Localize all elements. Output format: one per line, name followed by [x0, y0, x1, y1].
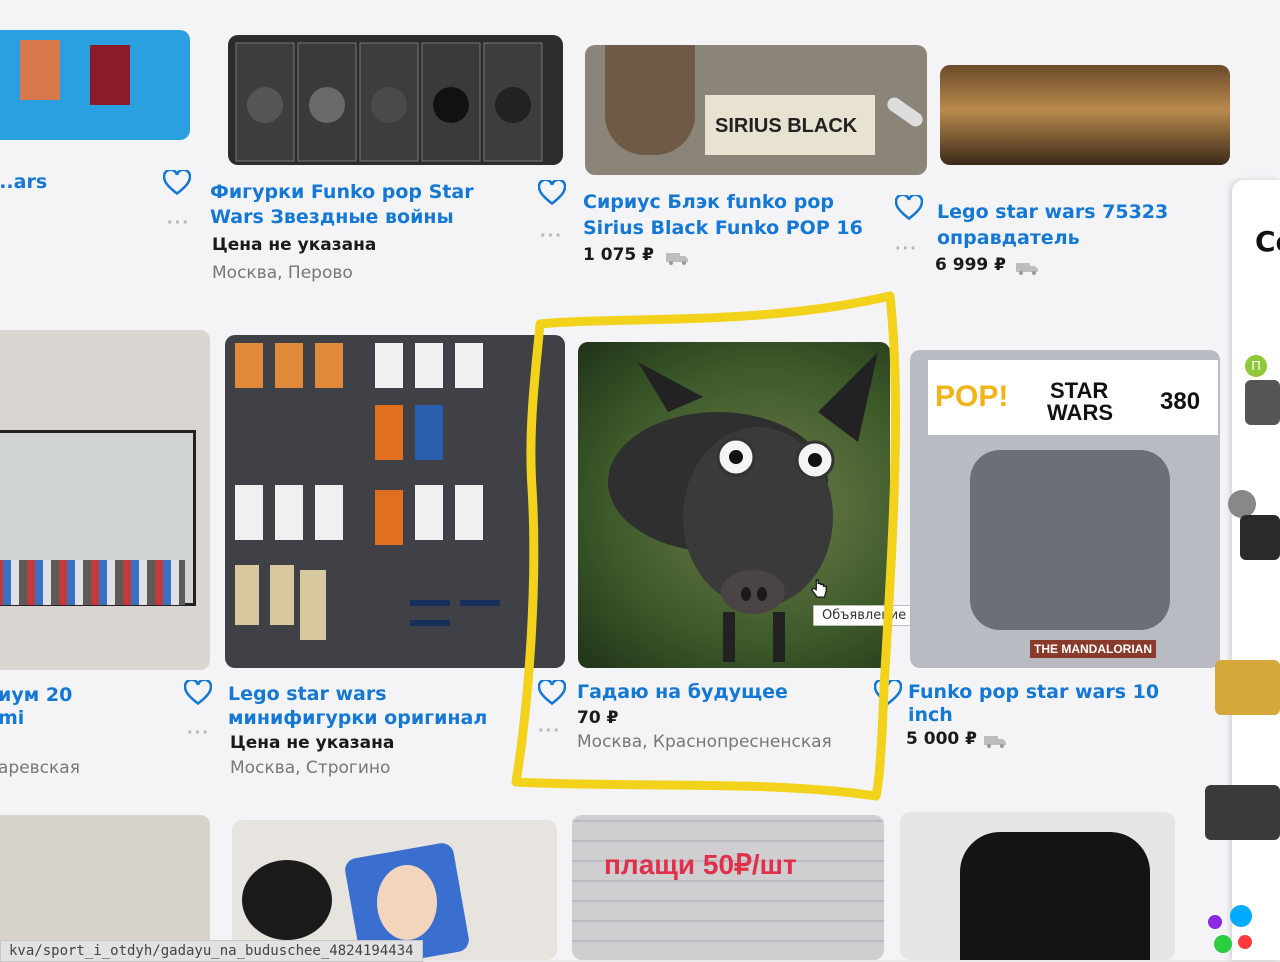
listing-title[interactable]: Гадаю на будущее: [577, 680, 788, 704]
heart-icon[interactable]: [184, 680, 212, 706]
listing-price: 5 000 ₽: [906, 729, 977, 749]
listing-title-line[interactable]: Фигурки Funko pop Star: [210, 180, 474, 204]
heart-icon[interactable]: [874, 680, 902, 706]
listing-title-line[interactable]: Sirius Black Funko POP 16: [583, 216, 863, 240]
hand-cursor-icon: [811, 579, 827, 598]
minifigures-image: [235, 343, 500, 640]
listing-location: аревская: [0, 758, 80, 778]
listing-image[interactable]: [940, 65, 1230, 165]
listing-image[interactable]: [900, 812, 1175, 960]
listing-image[interactable]: [0, 330, 210, 670]
truck-icon: [1016, 263, 1038, 275]
side-thumb[interactable]: [1205, 785, 1280, 840]
truck-icon: [666, 253, 688, 265]
listing-image[interactable]: [0, 815, 210, 960]
listing-price: 6 999 ₽: [935, 255, 1006, 275]
pop-logo-text: POP!: [935, 380, 1009, 413]
heart-icon[interactable]: [538, 680, 566, 706]
listing-location: Москва, Перово: [212, 263, 353, 283]
listing-price: Цена не указана: [230, 733, 395, 753]
status-bar-url: kva/sport_i_otdyh/gadayu_na_buduschee_48…: [0, 940, 423, 962]
listing-location: Москва, Краснопресненская: [577, 732, 832, 752]
more-dots-icon[interactable]: ···: [187, 722, 210, 745]
more-dots-icon[interactable]: ···: [167, 212, 190, 235]
brand-logo-icon: [1200, 905, 1260, 960]
side-thumb[interactable]: [1245, 380, 1280, 425]
truck-icon: [984, 736, 1006, 748]
more-dots-icon[interactable]: ···: [895, 238, 918, 261]
image-label-text: SIRIUS BLACK: [715, 115, 858, 137]
box-label-text: THE MANDALORIAN: [1030, 640, 1156, 658]
side-thumb[interactable]: [1215, 660, 1280, 715]
listing-image[interactable]: [228, 35, 563, 165]
listing-price: Цена не указана: [212, 235, 377, 255]
listing-image[interactable]: [232, 820, 557, 960]
more-dots-icon[interactable]: ···: [540, 225, 563, 248]
listing-title-line[interactable]: Lego star wars 75323: [937, 200, 1168, 224]
listing-title-line[interactable]: Funko pop star wars 10: [908, 680, 1159, 704]
listing-image[interactable]: [0, 30, 190, 140]
listing-grid-screen: ...ars ··· Фигурки Funko pop Star Wars З…: [0, 0, 1280, 962]
side-thumb[interactable]: [1240, 515, 1280, 560]
listing-title-line[interactable]: inch: [908, 703, 953, 727]
listing-price: 70 ₽: [577, 708, 619, 728]
listing-title-line[interactable]: mi: [0, 706, 24, 730]
listing-title-line[interactable]: Сириус Блэк funko pop: [583, 190, 834, 214]
side-panel: [1232, 180, 1280, 960]
box-number-text: 380: [1160, 388, 1201, 415]
listing-title[interactable]: ...ars: [0, 170, 47, 194]
listing-title-line[interactable]: оправдатель: [937, 226, 1080, 250]
listing-image[interactable]: плащи 50₽/шт: [572, 815, 884, 960]
listing-title-line[interactable]: Wars Звездные войны: [210, 205, 454, 229]
heart-icon[interactable]: [538, 180, 566, 206]
listing-title-line[interactable]: минифигурки оригинал: [228, 706, 487, 730]
listing-location: Москва, Строгино: [230, 758, 391, 778]
listing-price: 1 075 ₽: [583, 245, 654, 265]
side-panel-title: Се: [1255, 225, 1280, 258]
listing-image[interactable]: POP! STAR WARS 380 THE MANDALORIAN: [910, 350, 1220, 668]
listing-image[interactable]: [225, 335, 565, 668]
avatar-letter: П: [1251, 358, 1261, 373]
funko-boxes-image: [235, 42, 543, 162]
more-dots-icon[interactable]: ···: [538, 720, 561, 743]
heart-icon[interactable]: [895, 195, 923, 221]
avatar[interactable]: П: [1245, 355, 1267, 377]
listing-image[interactable]: SIRIUS BLACK: [585, 45, 927, 175]
listing-title-line[interactable]: иум 20: [0, 683, 72, 707]
star-wars-logo-text: WARS: [1047, 400, 1113, 425]
listing-title-line[interactable]: Lego star wars: [228, 682, 387, 706]
heart-icon[interactable]: [163, 170, 191, 196]
banner-text: плащи 50₽/шт: [604, 849, 797, 880]
avatar[interactable]: [1228, 490, 1256, 518]
